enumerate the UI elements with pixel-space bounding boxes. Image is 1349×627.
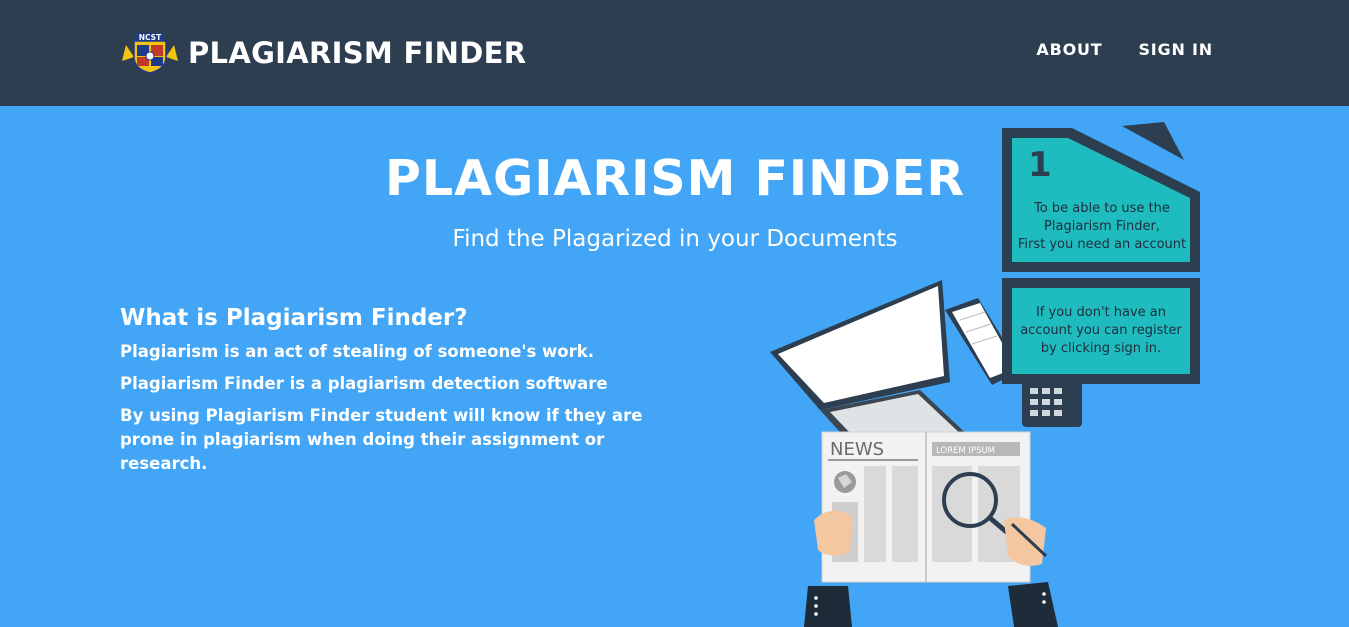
bubble-two-line-3: by clicking sign in. bbox=[1041, 341, 1161, 356]
step-one-bubble: 1 To be able to use the Plagiarism Finde… bbox=[1002, 122, 1200, 272]
about-section: What is Plagiarism Finder? Plagiarism is… bbox=[120, 305, 680, 484]
about-heading: What is Plagiarism Finder? bbox=[120, 305, 468, 331]
about-line-definition: Plagiarism is an act of stealing of some… bbox=[120, 342, 594, 361]
navbar: NCST PLAGIARISM FINDER ABOUT SIGN IN bbox=[0, 0, 1349, 106]
bubble-two-line-1: If you don't have an bbox=[1036, 305, 1166, 320]
step-two-bubble: If you don't have an account you can reg… bbox=[1002, 278, 1200, 384]
about-line-usage: By using Plagiarism Finder student will … bbox=[120, 406, 643, 473]
bubble-one-line-1: To be able to use the bbox=[1033, 201, 1170, 216]
logo-text: NCST bbox=[139, 33, 162, 42]
nav-links: ABOUT SIGN IN bbox=[1036, 40, 1213, 59]
step-number: 1 bbox=[1028, 145, 1052, 185]
newspaper-icon: NEWS LOREM IPSUM bbox=[821, 431, 1031, 583]
about-line-software: Plagiarism Finder is a plagiarism detect… bbox=[120, 374, 608, 393]
nav-about-link[interactable]: ABOUT bbox=[1036, 40, 1102, 59]
brand-name: PLAGIARISM FINDER bbox=[188, 36, 527, 70]
newspaper-title: NEWS bbox=[830, 439, 884, 460]
hero-illustration: 1 To be able to use the Plagiarism Finde… bbox=[770, 122, 1200, 627]
nav-sign-in-link[interactable]: SIGN IN bbox=[1138, 40, 1213, 59]
school-logo-icon: NCST bbox=[122, 33, 178, 74]
newspaper-header: LOREM IPSUM bbox=[936, 446, 995, 456]
bubble-two-line-2: account you can register bbox=[1020, 323, 1182, 338]
telephone-icon bbox=[1022, 382, 1082, 427]
bubble-one-line-3: First you need an account bbox=[1018, 237, 1186, 252]
brand-link[interactable]: NCST PLAGIARISM FINDER bbox=[120, 31, 526, 75]
bubble-one-line-2: Plagiarism Finder, bbox=[1044, 219, 1160, 234]
